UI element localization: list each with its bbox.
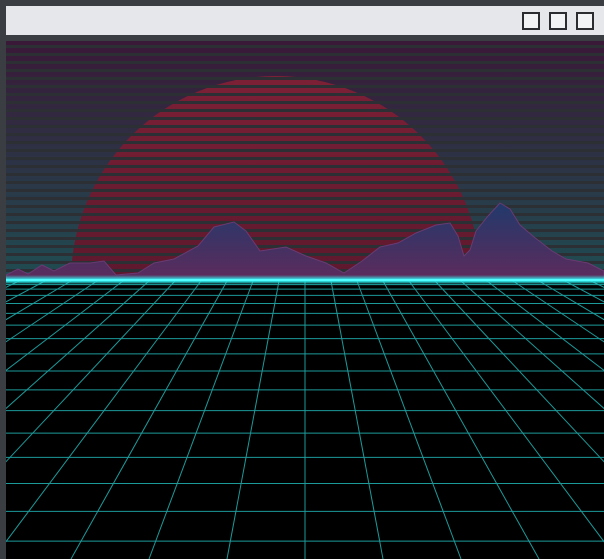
sky-stripe (6, 61, 604, 64)
sky-stripe (6, 149, 604, 152)
sky-stripe (6, 205, 604, 208)
sky-stripe (6, 197, 604, 200)
app-window (0, 0, 604, 559)
sky-stripe (6, 101, 604, 104)
sky-stripe (6, 189, 604, 192)
sky-stripe (6, 93, 604, 96)
sky-stripe (6, 85, 604, 88)
sky-stripe (6, 69, 604, 72)
sky-stripe (6, 53, 604, 56)
sky-stripe (6, 173, 604, 176)
scene-canvas (6, 41, 604, 559)
sky-stripe (6, 157, 604, 160)
close-button[interactable] (576, 12, 594, 30)
window-titlebar[interactable] (6, 6, 604, 38)
sky-stripe (6, 117, 604, 120)
sky-stripe (6, 165, 604, 168)
sky-stripe (6, 109, 604, 112)
maximize-button[interactable] (549, 12, 567, 30)
synthwave-scene (6, 41, 604, 559)
horizon-line (6, 279, 604, 281)
sky-stripe (6, 181, 604, 184)
sky-stripe (6, 133, 604, 136)
minimize-button[interactable] (522, 12, 540, 30)
sky-stripe (6, 141, 604, 144)
sky-stripe (6, 77, 604, 80)
sky-stripe (6, 45, 604, 48)
sky-stripe (6, 125, 604, 128)
